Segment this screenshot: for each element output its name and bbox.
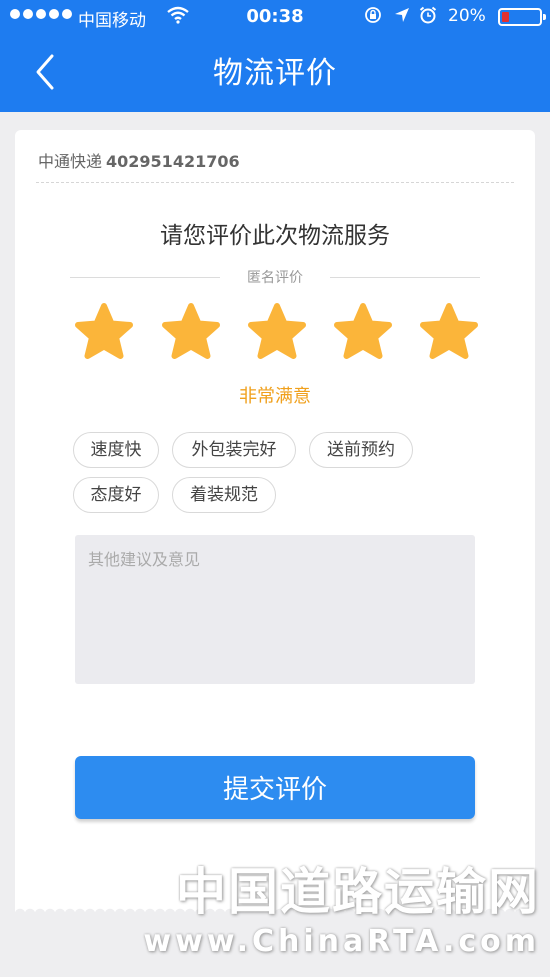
location-icon	[395, 8, 409, 22]
alarm-icon	[419, 6, 437, 24]
tag-proper-uniform[interactable]: 着装规范	[172, 477, 276, 513]
watermark-text: 中国道路运输网	[176, 863, 540, 921]
star-icon[interactable]	[160, 302, 222, 364]
watermark-url: www.ChinaRTA.com	[143, 924, 540, 959]
tag-package-intact[interactable]: 外包装完好	[172, 432, 296, 468]
tag-good-attitude[interactable]: 态度好	[73, 477, 159, 513]
submit-rating-button[interactable]: 提交评价	[75, 756, 475, 819]
page-title: 物流评价	[213, 56, 337, 91]
battery-icon	[498, 8, 546, 26]
star-icon[interactable]	[332, 302, 394, 364]
rating-card: 中通快递 402951421706 请您评价此次物流服务 匿名评价 非常满意 速度…	[15, 130, 535, 908]
shipment-info: 中通快递 402951421706	[38, 148, 240, 172]
rating-result: 非常满意	[239, 386, 311, 407]
battery-level-fill	[502, 12, 510, 22]
header: 中国移动 00:38 20% 物流评价	[0, 0, 550, 112]
tag-speed-fast[interactable]: 速度快	[73, 432, 159, 468]
battery-percent: 20%	[448, 6, 486, 26]
courier-name: 中通快递	[38, 152, 103, 171]
divider-right	[330, 277, 480, 278]
tag-delivery-appointment[interactable]: 送前预约	[309, 432, 413, 468]
star-icon[interactable]	[73, 302, 135, 364]
status-bar: 中国移动 00:38 20%	[0, 0, 550, 36]
rating-prompt: 请您评价此次物流服务	[160, 223, 390, 249]
star-icon[interactable]	[246, 302, 308, 364]
feedback-input[interactable]	[75, 535, 475, 684]
tracking-number: 402951421706	[106, 152, 240, 171]
star-icon[interactable]	[418, 302, 480, 364]
divider	[36, 182, 514, 183]
rotation-lock-icon	[365, 7, 381, 23]
